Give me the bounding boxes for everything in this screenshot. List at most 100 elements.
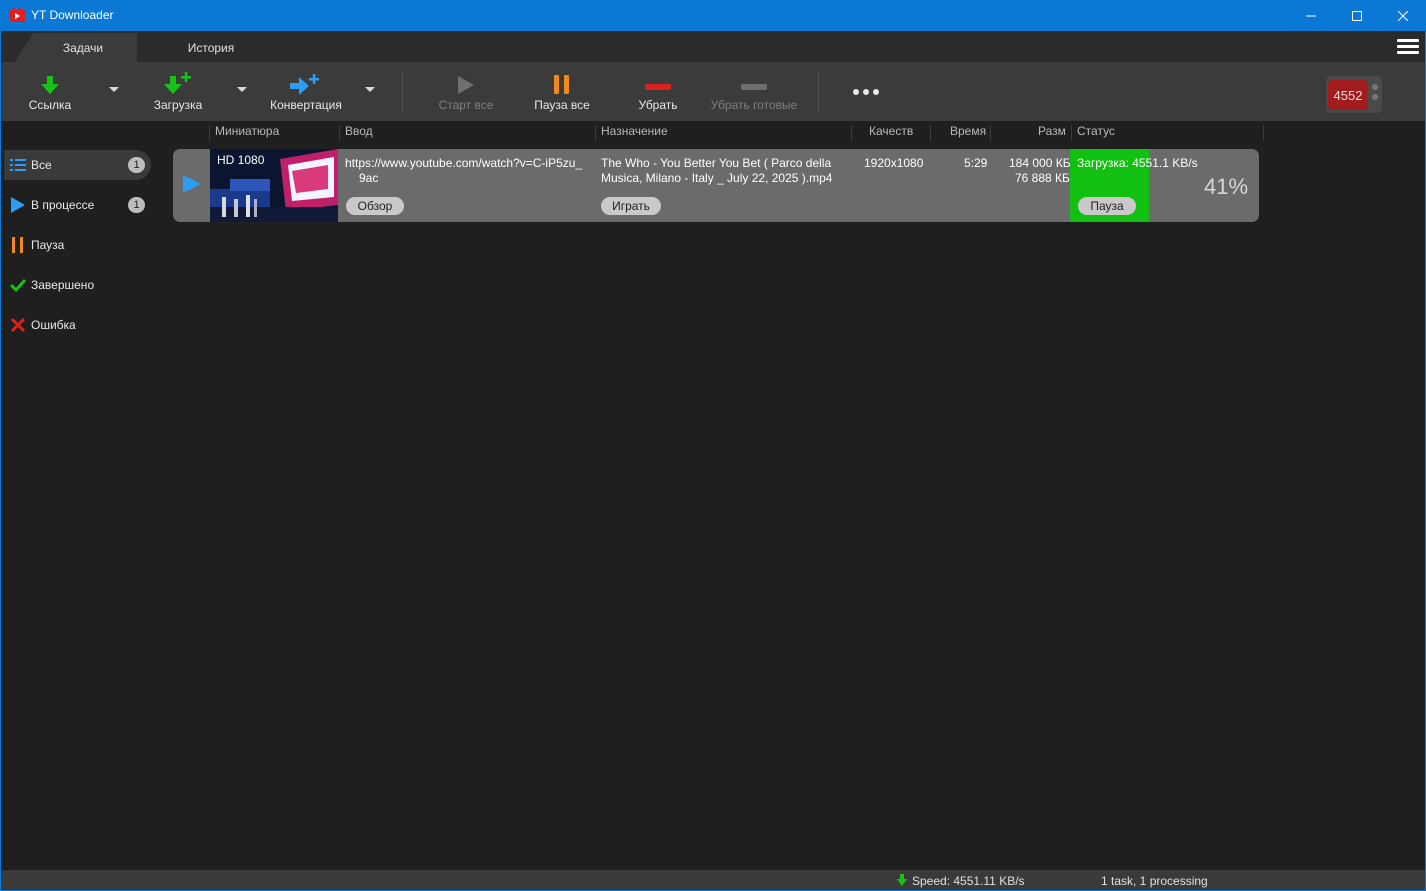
sidebar-item-label: Ошибка	[31, 318, 76, 332]
tv-counter-logo: 4552	[1326, 76, 1382, 113]
pause-all-button[interactable]: Пауза все	[531, 62, 593, 121]
remove-done-button[interactable]: Убрать готовые	[707, 62, 801, 121]
speed-text: Speed: 4551.11 KB/s	[912, 874, 1025, 888]
count-badge: 1	[128, 197, 145, 213]
sidebar-item-label: В процессе	[31, 198, 95, 212]
window-border	[0, 121, 1, 870]
tab-bar: Задачи История	[0, 31, 1426, 62]
tv-knob	[1372, 94, 1378, 100]
column-thumbnail[interactable]: Миниатюра	[215, 124, 279, 138]
tab-tasks-label: Задачи	[62, 40, 104, 55]
maximize-icon	[1352, 10, 1362, 21]
cross-icon	[10, 317, 26, 333]
close-button[interactable]	[1380, 0, 1426, 31]
add-link-button[interactable]: Ссылка	[22, 62, 78, 121]
start-all-button[interactable]: Старт все	[436, 62, 496, 121]
counter-display: 4552	[1328, 80, 1368, 110]
column-separator	[1263, 125, 1264, 141]
minus-icon	[645, 84, 671, 90]
sidebar-item-label: Все	[31, 158, 52, 172]
active-play-icon	[183, 175, 201, 193]
minimize-button[interactable]	[1288, 0, 1334, 31]
toolbar-separator	[402, 70, 403, 114]
download-arrow-icon	[41, 76, 59, 94]
title-bar: YT Downloader	[0, 0, 1426, 31]
tv-knob	[1372, 84, 1378, 90]
task-row[interactable]: HD 1080 https://www.youtube.com/watch?v=…	[173, 149, 1259, 222]
sidebar-item-all[interactable]: Все 1	[4, 150, 151, 180]
column-size[interactable]: Разм	[1038, 124, 1066, 138]
pause-icon	[554, 75, 569, 94]
count-badge: 1	[128, 157, 145, 173]
task-destination-line2: Musica, Milano - Italy _ July 22, 2025 )…	[601, 171, 833, 185]
toolbar-separator	[818, 70, 819, 114]
play-icon	[458, 76, 474, 94]
convert-dropdown-icon[interactable]	[365, 87, 375, 92]
list-icon	[10, 159, 26, 171]
column-separator	[930, 125, 931, 141]
hd-badge: HD 1080	[217, 153, 265, 167]
column-separator	[595, 125, 596, 141]
task-url-line1: https://www.youtube.com/watch?v=C-iP5zu_	[345, 156, 583, 170]
sidebar-item-paused[interactable]: Пауза	[4, 230, 151, 260]
link-label: Ссылка	[28, 98, 72, 112]
convert-button[interactable]: Конвертация	[267, 62, 345, 121]
sidebar-item-in-progress[interactable]: В процессе 1	[4, 190, 151, 220]
pause-icon	[12, 237, 23, 253]
sidebar-item-completed[interactable]: Завершено	[4, 270, 151, 300]
more-button[interactable]	[846, 62, 886, 121]
check-icon	[10, 278, 26, 293]
link-dropdown-icon[interactable]	[109, 87, 119, 92]
browse-button[interactable]: Обзор	[346, 197, 404, 215]
close-icon	[1398, 10, 1408, 21]
remove-done-label: Убрать готовые	[710, 98, 798, 112]
play-icon	[11, 197, 25, 213]
maximize-button[interactable]	[1334, 0, 1380, 31]
column-input[interactable]: Ввод	[345, 124, 373, 138]
more-dots-icon	[853, 88, 879, 95]
column-separator	[851, 125, 852, 141]
tab-history-label: История	[187, 40, 235, 55]
tasks-summary: 1 task, 1 processing	[1101, 874, 1208, 888]
task-size-downloaded: 76 888 КБ	[1015, 171, 1070, 185]
column-status[interactable]: Статус	[1077, 124, 1115, 138]
app-logo-icon	[9, 8, 25, 22]
pause-task-button[interactable]: Пауза	[1078, 197, 1136, 215]
column-separator	[990, 125, 991, 141]
status-bar: Speed: 4551.11 KB/s 1 task, 1 processing	[0, 870, 1426, 891]
task-status-text: Загрузка: 4551.1 KB/s	[1077, 156, 1198, 170]
pause-all-label: Пауза все	[534, 98, 590, 112]
column-time[interactable]: Время	[950, 124, 986, 138]
minus-icon	[741, 84, 767, 90]
download-speed-icon	[897, 874, 907, 886]
column-separator	[1071, 125, 1072, 141]
download-plus-icon	[164, 72, 191, 94]
convert-arrow-icon	[290, 74, 319, 95]
tab-tasks[interactable]: Задачи	[15, 33, 137, 62]
column-destination[interactable]: Назначение	[601, 124, 668, 138]
tab-history[interactable]: История	[161, 33, 261, 62]
window-title: YT Downloader	[31, 8, 114, 22]
task-size-total: 184 000 КБ	[1009, 156, 1071, 170]
column-quality[interactable]: Качеств	[869, 124, 913, 138]
minimize-icon	[1306, 15, 1316, 16]
remove-button[interactable]: Убрать	[634, 62, 682, 121]
remove-label: Убрать	[638, 98, 678, 112]
play-file-button[interactable]: Играть	[601, 197, 661, 215]
column-separator	[209, 125, 210, 141]
sidebar-item-error[interactable]: Ошибка	[4, 310, 151, 340]
video-thumbnail: HD 1080	[210, 149, 338, 222]
download-dropdown-icon[interactable]	[237, 87, 247, 92]
toolbar: Ссылка Загрузка Конвертация Старт все Па…	[0, 62, 1426, 121]
sidebar-item-label: Завершено	[31, 278, 95, 292]
start-all-label: Старт все	[438, 98, 494, 112]
menu-icon[interactable]	[1397, 39, 1419, 55]
task-url-line2: 9ac	[359, 171, 379, 185]
task-duration: 5:29	[964, 156, 988, 170]
convert-label: Конвертация	[270, 98, 342, 112]
column-separator	[339, 125, 340, 141]
download-label: Загрузка	[153, 98, 203, 112]
sidebar-item-label: Пауза	[31, 238, 65, 252]
progress-percent: 41%	[1204, 174, 1249, 199]
download-button[interactable]: Загрузка	[149, 62, 207, 121]
